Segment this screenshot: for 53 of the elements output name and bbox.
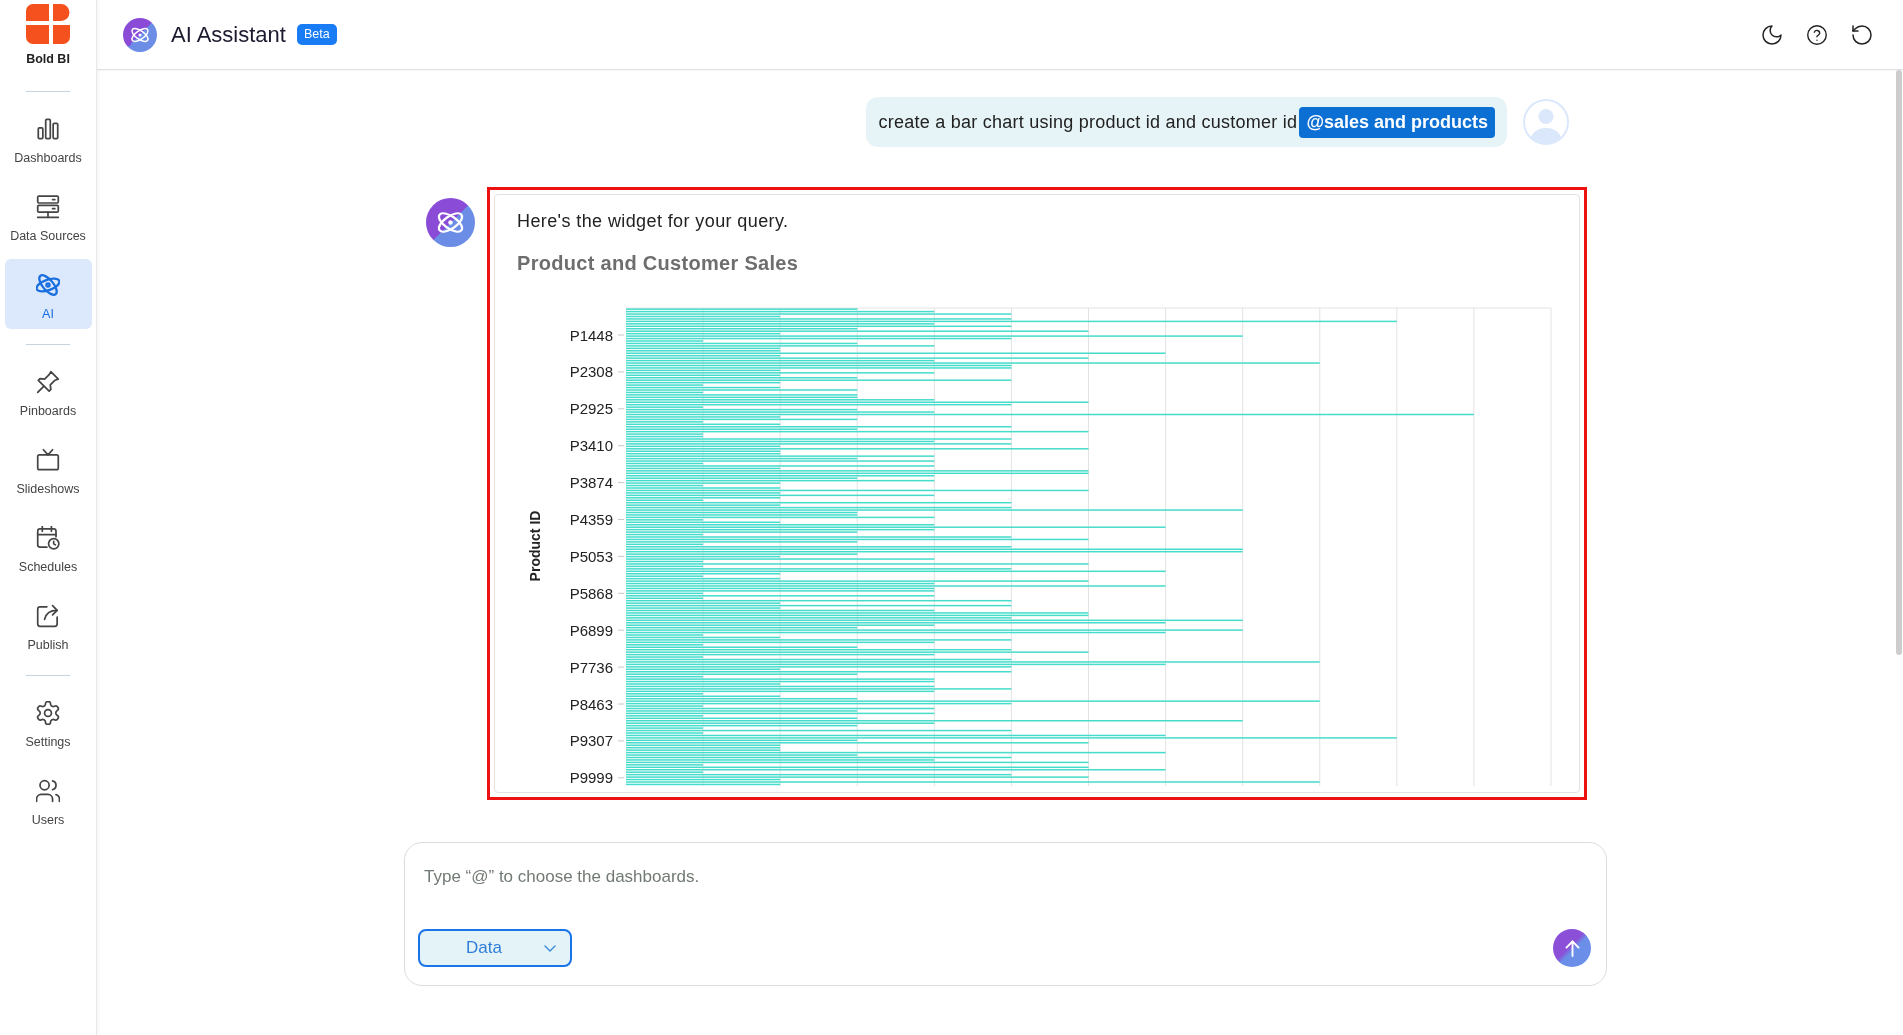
moon-icon[interactable] [1762,24,1782,45]
arrow-up-icon [1564,939,1580,957]
axis-label: P6899 [569,621,613,639]
atom-icon [123,17,157,52]
axis-label: P7736 [569,658,613,676]
server-icon [36,195,60,219]
mention-tag: @sales and products [1299,106,1495,138]
chart-title: Product and Customer Sales [517,251,800,276]
chevron-down-icon [544,944,556,952]
axis-label: P2308 [569,363,613,381]
settings-icon [36,701,60,725]
axis-label: P8463 [569,695,613,713]
sidebar-item[interactable]: Publish [4,590,92,660]
users-icon [36,779,60,803]
user-avatar-icon [1523,99,1569,145]
send-button[interactable] [1553,929,1591,967]
axis-label: P4359 [569,511,613,528]
tv-icon [36,448,60,472]
axis-label: P9999 [569,769,613,787]
sidebar-item[interactable]: Pinboards [4,356,92,426]
scrollbar-thumb[interactable] [1896,70,1902,655]
message-input[interactable]: Type “@” to choose the dashboards. [405,843,1606,923]
message-text: create a bar chart using product id and customer id [878,110,1298,134]
atom-icon [36,273,60,297]
atom-icon [426,198,475,247]
axis-label: P2925 [569,400,613,418]
axis-title: Product ID [527,510,543,582]
help-icon[interactable] [1807,24,1827,45]
refresh-icon[interactable] [1852,24,1872,45]
beta-badge: Beta [296,24,337,45]
sidebar-item[interactable]: Dashboards [4,103,92,173]
sidebar-item[interactable]: Users [4,765,92,835]
logo-icon[interactable] [26,4,70,44]
axis-label: P3874 [569,474,613,492]
axis-label: P1448 [569,326,613,344]
response-text: Here's the widget for your query. [517,210,790,233]
axis-label: P3410 [569,437,613,455]
sidebar-item[interactable]: Settings [4,687,92,757]
share-icon [36,604,60,628]
message-composer[interactable]: Type “@” to choose the dashboards. Data [404,842,1607,986]
page-title: AI Assistant [171,21,286,49]
pin-icon [36,370,60,394]
calendar-clock-icon [36,526,60,550]
data-dropdown[interactable]: Data [418,929,572,967]
sidebar-item[interactable]: Data Sources [4,181,92,251]
axis-label: P5868 [569,584,613,602]
axis-label: P9307 [569,732,613,750]
axis-label: P5053 [569,547,613,565]
sidebar-item[interactable]: Slideshows [4,434,92,504]
logo-text: Bold BI [26,51,70,67]
sidebar-item[interactable]: AI [4,259,92,329]
bar-chart-icon [36,117,60,141]
sidebar-item[interactable]: Schedules [4,512,92,582]
